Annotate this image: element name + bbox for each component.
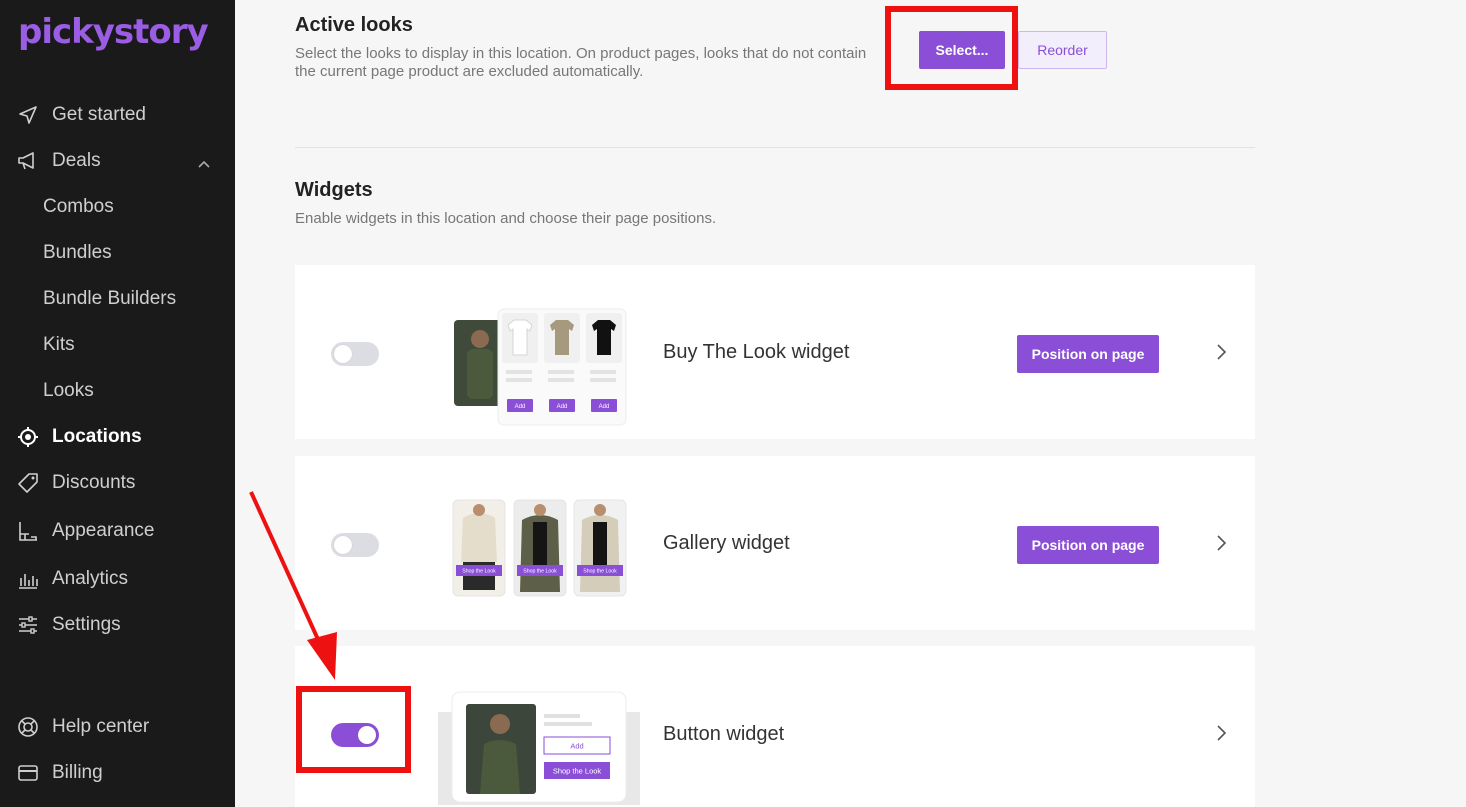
sidebar-item-appearance[interactable]: Appearance — [0, 511, 235, 551]
widget-card-gallery: Shop the Look Shop the Look Shop the Loo… — [295, 456, 1255, 630]
widget-name: Buy The Look widget — [663, 341, 850, 363]
toggle-knob — [334, 345, 352, 363]
sidebar-item-label: Deals — [52, 150, 101, 171]
send-icon — [17, 104, 39, 126]
sidebar-item-label: Billing — [52, 762, 103, 783]
sidebar: pickystory Get started Deals Combos Bund… — [0, 0, 235, 807]
preview-shop-the-look-label: Shop the Look — [523, 569, 557, 575]
buy-the-look-preview-image: Add Add Add — [454, 308, 627, 426]
preview-add-label: Add — [599, 404, 610, 410]
preview-add-label: Add — [557, 404, 568, 410]
sidebar-item-label: Help center — [52, 716, 150, 737]
button-widget-preview-image: Add Shop the Look — [438, 691, 640, 805]
sidebar-item-settings[interactable]: Settings — [0, 605, 235, 645]
brand-logo[interactable]: pickystory — [18, 12, 209, 52]
widgets-title: Widgets — [295, 179, 373, 201]
widget-name: Button widget — [663, 723, 785, 745]
chevron-up-icon[interactable] — [197, 153, 211, 175]
preview-add-label: Add — [515, 404, 526, 410]
paint-roller-icon — [17, 520, 39, 542]
sidebar-item-billing[interactable]: Billing — [0, 753, 235, 793]
sidebar-item-label: Get started — [52, 104, 146, 125]
section-divider — [295, 147, 1255, 148]
sidebar-item-analytics[interactable]: Analytics — [0, 559, 235, 599]
sidebar-item-help-center[interactable]: Help center — [0, 707, 235, 747]
preview-shop-the-look-label: Shop the Look — [553, 767, 602, 776]
sidebar-item-get-started[interactable]: Get started — [0, 95, 235, 135]
annotation-arrow — [249, 491, 337, 680]
sidebar-item-label: Settings — [52, 614, 121, 635]
sidebar-item-discounts[interactable]: Discounts — [0, 463, 235, 503]
sidebar-item-deals[interactable]: Deals — [0, 141, 235, 181]
chevron-right-icon[interactable] — [1215, 724, 1227, 747]
active-looks-description: Select the looks to display in this loca… — [295, 45, 867, 80]
megaphone-icon — [17, 150, 39, 172]
sidebar-item-label: Locations — [52, 426, 142, 447]
credit-card-icon — [17, 762, 39, 784]
sidebar-item-label: Combos — [43, 196, 114, 217]
sidebar-item-combos[interactable]: Combos — [0, 187, 235, 227]
sidebar-item-label: Discounts — [52, 472, 136, 493]
widget-name: Gallery widget — [663, 532, 790, 554]
sidebar-item-looks[interactable]: Looks — [0, 371, 235, 411]
reorder-button[interactable]: Reorder — [1018, 31, 1107, 69]
chevron-right-icon[interactable] — [1215, 534, 1227, 557]
sidebar-item-label: Looks — [43, 380, 94, 401]
lifebuoy-icon — [17, 716, 39, 738]
preview-shop-the-look-label: Shop the Look — [583, 569, 617, 575]
widgets-description: Enable widgets in this location and choo… — [295, 210, 717, 227]
widget-card-button: Add Shop the Look Button widget — [295, 646, 1255, 807]
chevron-right-icon[interactable] — [1215, 343, 1227, 366]
widget-card-buy-the-look: Add Add Add Buy The Look widget Position… — [295, 265, 1255, 439]
tag-icon — [17, 472, 39, 494]
gallery-position-button[interactable]: Position on page — [1017, 526, 1159, 564]
highlight-box-select — [885, 6, 1018, 90]
sliders-icon — [17, 614, 39, 636]
sidebar-item-label: Analytics — [52, 568, 129, 589]
active-looks-title: Active looks — [295, 14, 413, 36]
highlight-box-toggle — [296, 686, 411, 773]
gallery-preview-image: Shop the Look Shop the Look Shop the Loo… — [452, 499, 627, 597]
buy-the-look-position-button[interactable]: Position on page — [1017, 335, 1159, 373]
sidebar-item-label: Bundles — [43, 242, 112, 263]
sidebar-item-bundles[interactable]: Bundles — [0, 233, 235, 273]
preview-add-label: Add — [570, 742, 583, 751]
target-icon — [17, 426, 39, 448]
sidebar-item-kits[interactable]: Kits — [0, 325, 235, 365]
buy-the-look-toggle[interactable] — [331, 342, 379, 366]
preview-shop-the-look-label: Shop the Look — [462, 569, 496, 575]
sidebar-item-locations[interactable]: Locations — [0, 417, 235, 457]
main-content: Active looks Select the looks to display… — [235, 0, 1466, 807]
sidebar-item-label: Appearance — [52, 520, 155, 541]
sidebar-item-label: Kits — [43, 334, 75, 355]
sidebar-item-label: Bundle Builders — [43, 288, 177, 309]
sidebar-item-bundle-builders[interactable]: Bundle Builders — [0, 279, 235, 319]
bar-chart-icon — [17, 568, 39, 590]
